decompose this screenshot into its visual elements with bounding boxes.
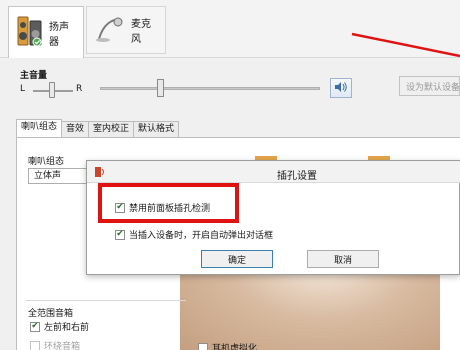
full-range-label: 全范围音箱: [28, 309, 74, 319]
surround-label: 环绕音箱: [44, 342, 81, 350]
balance-right-label: R: [76, 84, 83, 94]
dialog-title: 插孔设置: [277, 171, 317, 182]
device-tab-bar: 扬声器 麦克风: [0, 0, 460, 58]
mute-button[interactable]: [330, 78, 352, 98]
front-left-right-checkbox[interactable]: ✔ 左前和右前: [30, 320, 89, 333]
checkbox-checked-icon: ✔: [30, 321, 40, 332]
speaker-icon: [17, 15, 43, 50]
virtualization-label: 耳机虚拟化: [212, 344, 258, 350]
set-default-button[interactable]: 设为默认设备: [399, 76, 460, 96]
auto-popup-checkbox[interactable]: ✔ 当插入设备时，开启自动弹出对话框: [115, 228, 273, 241]
master-volume-label: 主音量: [20, 71, 48, 81]
speaker-config-label: 喇叭组态: [28, 157, 65, 167]
highlight-box: [98, 183, 239, 223]
volume-track: [100, 87, 320, 90]
tab-room-correction[interactable]: 室内校正: [88, 121, 135, 137]
volume-slider-thumb[interactable]: [157, 79, 164, 97]
tab-speaker-config[interactable]: 喇叭组态: [16, 119, 63, 137]
checkbox-unchecked-icon: [30, 340, 40, 350]
front-left-right-label: 左前和右前: [44, 323, 90, 333]
tab-microphone[interactable]: 麦克风: [86, 6, 166, 54]
surround-checkbox[interactable]: 环绕音箱: [30, 339, 80, 350]
auto-popup-label: 当插入设备时，开启自动弹出对话框: [129, 231, 274, 241]
ok-button[interactable]: 确定: [201, 250, 273, 268]
cancel-button[interactable]: 取消: [307, 250, 379, 268]
settings-tabs: 喇叭组态 音效 室内校正 默认格式: [16, 119, 180, 137]
checkbox-checked-icon: ✔: [115, 229, 125, 240]
balance-left-label: L: [20, 84, 26, 94]
tab-speaker[interactable]: 扬声器: [8, 6, 84, 58]
volume-icon: [334, 81, 348, 96]
tab-speaker-label: 扬声器: [49, 21, 69, 48]
microphone-icon: [95, 14, 125, 47]
virtualization-checkbox[interactable]: 耳机虚拟化: [198, 341, 257, 350]
speaker-icon: [93, 165, 107, 182]
dialog-titlebar: 插孔设置: [87, 161, 460, 183]
tab-effects[interactable]: 音效: [61, 121, 90, 137]
tab-default-format[interactable]: 默认格式: [133, 121, 180, 137]
speaker-config-select[interactable]: 立体声: [28, 168, 92, 184]
tab-microphone-label: 麦克风: [131, 19, 151, 45]
checkbox-unchecked-icon: [198, 342, 208, 350]
balance-slider-thumb[interactable]: [49, 82, 55, 98]
